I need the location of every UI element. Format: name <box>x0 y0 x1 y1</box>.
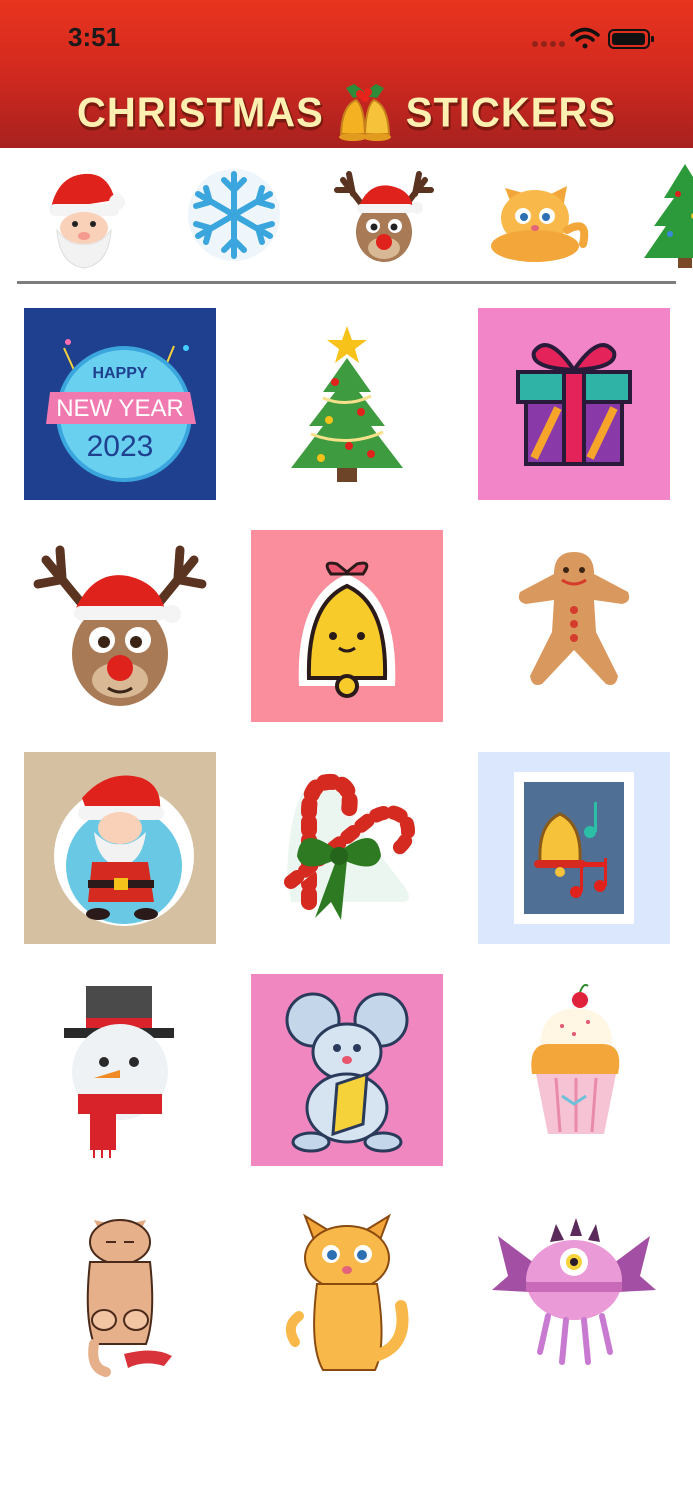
category-tree[interactable] <box>630 160 693 270</box>
status-time: 3:51 <box>68 22 121 52</box>
monster-sticker <box>492 1218 656 1365</box>
category-divider <box>17 281 676 284</box>
new-year-line-3: 2023 <box>87 430 154 463</box>
battery-icon <box>608 29 654 49</box>
app-header: 3:51 CHRISTMAS STICKERS <box>0 0 693 148</box>
sticker-tile-sitting-cat[interactable] <box>251 1196 443 1388</box>
gift-box-sticker <box>478 308 670 500</box>
mouse-cheese-sticker <box>251 974 443 1166</box>
category-strip[interactable] <box>0 148 693 281</box>
sticker-tile-bell[interactable] <box>251 530 443 722</box>
dancing-santa-sticker <box>24 752 216 944</box>
sleepy-cat-sticker <box>86 1219 172 1377</box>
cat-icon <box>491 186 589 262</box>
happy-new-year-sticker: HAPPY NEW YEAR 2023 <box>24 308 216 500</box>
category-reindeer[interactable] <box>329 160 439 270</box>
new-year-line-2: NEW YEAR <box>56 395 184 422</box>
christmas-tree-sticker <box>291 326 403 482</box>
gingerbread-man-sticker <box>507 544 641 694</box>
bells-icon <box>338 84 391 141</box>
cupcake-sticker <box>531 983 620 1134</box>
sticker-tile-gingerbread[interactable] <box>478 530 670 722</box>
sticker-tile-snowman[interactable] <box>24 974 216 1166</box>
reindeer-sticker <box>33 545 207 706</box>
sticker-tile-christmas-tree[interactable] <box>251 308 443 500</box>
wifi-icon <box>570 27 600 49</box>
sticker-tile-happy-new-year[interactable]: HAPPY NEW YEAR 2023 <box>24 308 216 500</box>
sticker-tile-candy-cane[interactable] <box>251 752 443 944</box>
sticker-tile-monster[interactable] <box>478 1196 670 1388</box>
sticker-tile-bell-stamp[interactable] <box>478 752 670 944</box>
sticker-tile-sleepy-cat[interactable] <box>24 1196 216 1388</box>
app-title: CHRISTMAS STICKERS <box>0 80 693 146</box>
christmas-tree-icon <box>644 164 693 268</box>
candy-cane-sticker <box>284 773 415 920</box>
sticker-tile-gift-box[interactable] <box>478 308 670 500</box>
bell-sticker <box>251 530 443 722</box>
signal-icon <box>532 41 565 47</box>
sitting-cat-sticker <box>285 1213 409 1371</box>
sticker-tile-reindeer[interactable] <box>24 530 216 722</box>
reindeer-icon <box>334 171 434 262</box>
title-left: CHRISTMAS <box>76 89 324 136</box>
bell-stamp-sticker <box>478 752 670 944</box>
snowman-sticker <box>64 986 174 1158</box>
sticker-tile-mouse-cheese[interactable] <box>251 974 443 1166</box>
santa-face-icon <box>49 173 125 269</box>
title-right: STICKERS <box>405 89 617 136</box>
category-cat[interactable] <box>479 160 589 270</box>
sticker-tile-dancing-santa[interactable] <box>24 752 216 944</box>
new-year-line-1: HAPPY <box>92 365 147 382</box>
status-icons <box>529 24 659 52</box>
snowflake-icon <box>188 169 280 261</box>
category-santa[interactable] <box>29 160 139 270</box>
sticker-tile-cupcake[interactable] <box>478 974 670 1166</box>
category-snowflake[interactable] <box>179 160 289 270</box>
